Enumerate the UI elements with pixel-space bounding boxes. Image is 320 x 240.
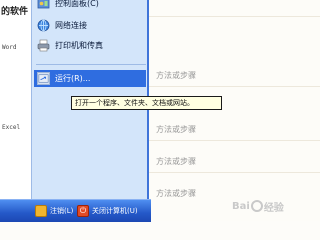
menu-item-run[interactable]: 运行(R)... xyxy=(34,70,146,87)
divider xyxy=(149,86,320,87)
logoff-label: 注销(L) xyxy=(50,207,74,215)
step-heading: 方法或步骤 xyxy=(156,125,196,134)
start-menu-programs-column: 的软件 Word Excel xyxy=(0,0,32,200)
step-heading: 方法或步骤 xyxy=(156,71,196,80)
run-icon xyxy=(37,72,50,85)
divider xyxy=(149,172,320,173)
menu-item-control-panel[interactable]: 控制面板(C) xyxy=(34,0,146,12)
start-menu-footer: 注销(L) ⏻ 关闭计算机(U) xyxy=(0,199,151,222)
programs-header: 的软件 xyxy=(1,7,29,17)
program-item-word[interactable]: Word xyxy=(2,44,16,51)
menu-item-label: 控制面板(C) xyxy=(55,0,99,8)
shutdown-button[interactable]: ⏻ 关闭计算机(U) xyxy=(77,204,138,218)
watermark-text-left: Bai xyxy=(232,200,250,212)
watermark-text-right: 经验 xyxy=(263,202,284,214)
menu-item-label: 打印机和传真 xyxy=(55,41,103,50)
step-heading: 方法或步骤 xyxy=(156,189,196,198)
menu-item-printers-faxes[interactable]: 打印机和传真 xyxy=(34,37,146,54)
menu-item-label: 运行(R)... xyxy=(55,74,91,83)
program-item-excel[interactable]: Excel xyxy=(2,124,20,131)
divider xyxy=(149,140,320,141)
menu-separator xyxy=(36,64,146,65)
divider xyxy=(149,16,320,17)
menu-item-label: 网络连接 xyxy=(55,21,87,30)
menu-item-network-connections[interactable]: 网络连接 xyxy=(34,17,146,34)
control-panel-icon xyxy=(37,0,50,9)
step-heading: 方法或步骤 xyxy=(156,157,196,166)
article-content: 方法或步骤 方法或步骤 方法或步骤 方法或步骤 xyxy=(149,0,320,221)
paw-icon xyxy=(250,200,263,212)
network-connections-icon xyxy=(37,19,50,32)
power-icon: ⏻ xyxy=(77,205,89,217)
logoff-button[interactable]: 注销(L) xyxy=(35,204,73,218)
key-icon xyxy=(35,205,47,217)
shutdown-label: 关闭计算机(U) xyxy=(92,207,138,215)
run-tooltip: 打开一个程序、文件夹、文档或网站。 xyxy=(71,96,222,110)
printers-faxes-icon xyxy=(37,39,50,52)
baidu-jingyan-watermark: Bai 经验 xyxy=(232,196,316,216)
